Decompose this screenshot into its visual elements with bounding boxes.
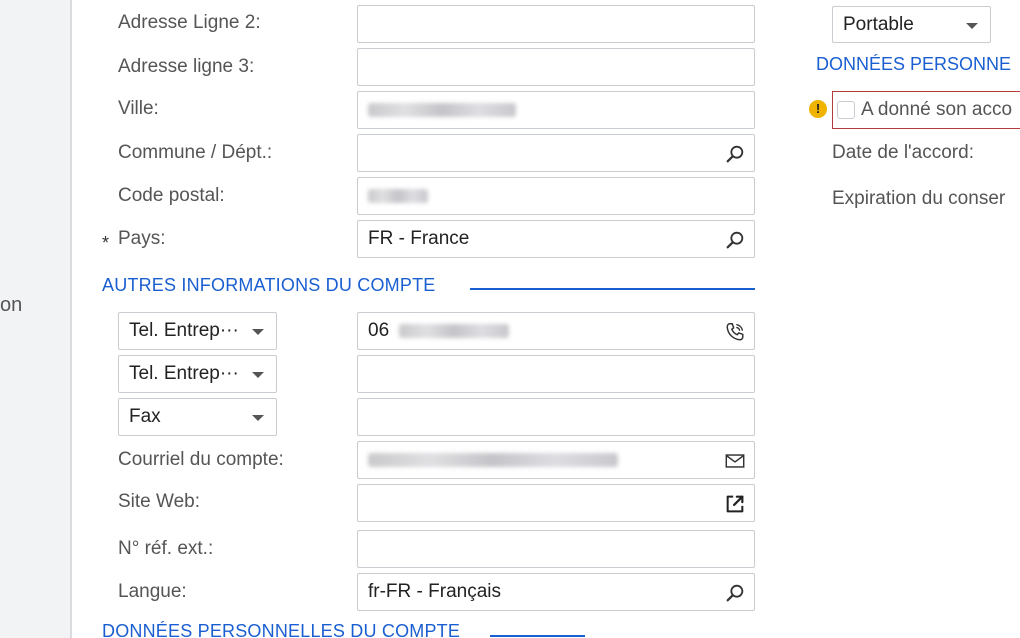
commune-input[interactable] (357, 134, 755, 172)
consent-date-label: Date de l'accord: (832, 142, 974, 163)
language-input[interactable]: fr-FR - Français (357, 573, 755, 611)
redacted-city-value (368, 103, 516, 117)
mail-icon[interactable] (724, 450, 746, 472)
language-label: Langue: (118, 581, 187, 602)
country-input[interactable]: FR - France (357, 220, 755, 258)
phone2-input[interactable] (357, 355, 755, 393)
left-nav-rail (0, 0, 72, 638)
consent-label: A donné son acco (861, 99, 1013, 120)
chevron-down-icon (252, 372, 264, 378)
redacted-phone-value (399, 324, 510, 338)
consent-expiry-label: Expiration du conser (832, 188, 1006, 209)
chevron-down-icon (252, 415, 264, 421)
search-icon[interactable] (724, 143, 746, 165)
section-divider (490, 635, 585, 637)
external-link-icon[interactable] (724, 493, 746, 515)
account-email-input[interactable] (357, 441, 755, 479)
phone-call-icon[interactable] (724, 321, 746, 343)
country-label: Pays: (118, 228, 166, 249)
external-ref-label: N° réf. ext.: (118, 538, 214, 559)
personal-data-section-title: DONNÉES PERSONNELLES DU COMPTE (102, 621, 461, 638)
phone2-type-select[interactable]: Tel. Entrep··· (118, 355, 277, 393)
address-line3-label: Adresse ligne 3: (118, 56, 255, 77)
search-icon[interactable] (724, 582, 746, 604)
postal-code-input[interactable] (357, 177, 755, 215)
required-marker: * (102, 233, 110, 253)
phone1-type-select[interactable]: Tel. Entrep··· (118, 312, 277, 350)
address-line2-input[interactable] (357, 5, 755, 43)
chevron-down-icon (252, 329, 264, 335)
left-rail-partial-label: on (0, 294, 23, 316)
website-label: Site Web: (118, 491, 201, 512)
phone1-input[interactable]: 06 (357, 312, 755, 350)
chevron-down-icon (966, 23, 978, 29)
redacted-postal-code-value (368, 189, 428, 203)
commune-label: Commune / Dépt.: (118, 142, 273, 163)
website-input[interactable] (357, 484, 755, 522)
phone-type-select[interactable]: Portable (832, 6, 991, 43)
fax-type-select[interactable]: Fax (118, 398, 277, 436)
city-input[interactable] (357, 91, 755, 129)
consent-checkbox[interactable] (837, 101, 855, 119)
redacted-email-value (368, 453, 618, 467)
address-line3-input[interactable] (357, 48, 755, 86)
account-info-section-title: AUTRES INFORMATIONS DU COMPTE (102, 275, 436, 295)
postal-code-label: Code postal: (118, 185, 225, 206)
personal-data-right-title: DONNÉES PERSONNE (816, 54, 1012, 74)
external-ref-input[interactable] (357, 530, 755, 568)
consent-checkbox-field[interactable]: A donné son acco (832, 91, 1020, 129)
warning-icon: ! (809, 100, 827, 118)
section-divider (470, 288, 755, 290)
address-line2-label: Adresse Ligne 2: (118, 12, 261, 33)
search-icon[interactable] (724, 229, 746, 251)
fax-input[interactable] (357, 398, 755, 436)
account-email-label: Courriel du compte: (118, 449, 284, 470)
city-label: Ville: (118, 98, 159, 119)
